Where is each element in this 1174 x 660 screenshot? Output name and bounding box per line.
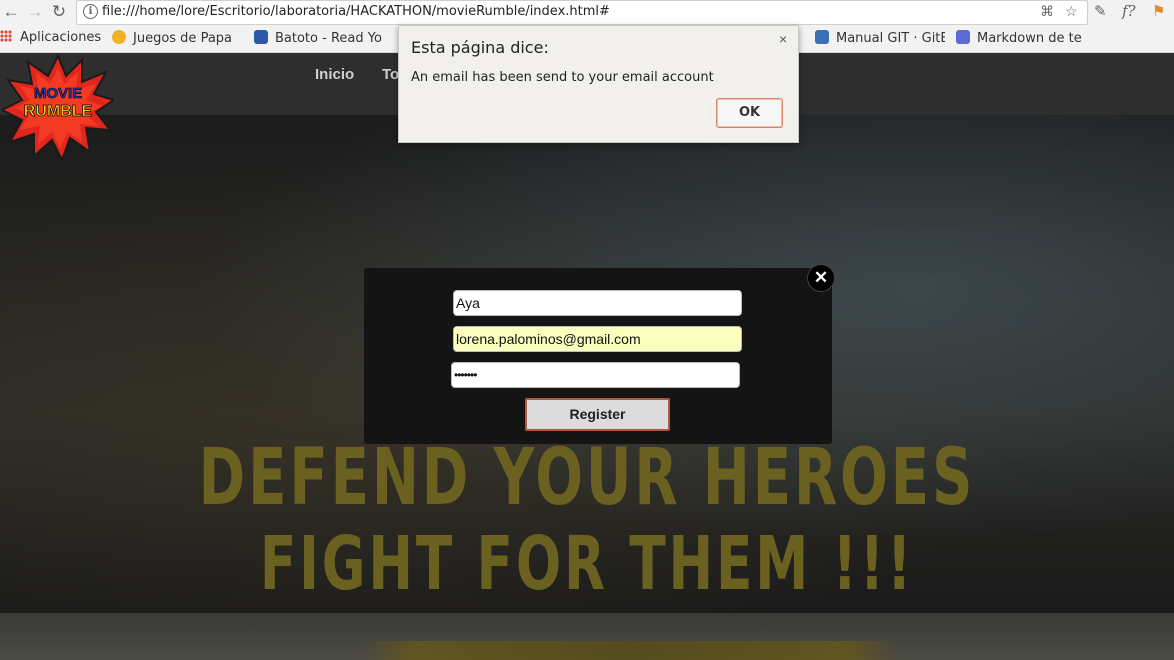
logo-text-movie: MOVIE [34,85,82,102]
hero-headline: DEFEND YOUR HEROES [198,433,976,523]
alert-title: Esta página dice: [411,38,549,57]
extension-tools-icon[interactable]: ✎ [1094,2,1107,20]
gitbook-icon [815,30,829,44]
modal-close-icon[interactable]: ✕ [807,264,835,292]
hero-subheadline: FIGHT FOR THEM !!! [259,521,915,607]
bookmark-page-icon [254,30,268,44]
chat-icon [956,30,970,44]
movie-rumble-logo[interactable]: MOVIE RUMBLE [2,54,114,162]
bookmark-juegos[interactable]: Juegos de Papa [112,30,242,46]
game-icon [112,30,126,44]
bookmark-markdown[interactable]: Markdown de te [956,30,1086,46]
apps-grid-icon [0,30,12,42]
logo-text-rumble: RUMBLE [24,103,93,120]
name-field[interactable]: Aya [453,290,742,316]
bookmark-manual-git[interactable]: Manual GIT · GitB [815,30,945,46]
alert-close-icon[interactable]: × [779,31,787,47]
formula-extension-icon[interactable]: f? [1122,2,1136,20]
bookmark-batoto[interactable]: Batoto - Read Yo [254,30,384,46]
url-text[interactable]: file:///home/lore/Escritorio/laboratoria… [102,4,610,19]
email-field[interactable]: lorena.palominos@gmail.com [453,326,742,352]
password-field[interactable]: ••••••• [451,362,740,388]
browser-alert-dialog: Esta página dice: × An email has been se… [398,25,799,143]
alert-ok-button[interactable]: OK [716,98,783,128]
reload-icon[interactable]: ↻ [48,1,70,23]
nav-inicio[interactable]: Inicio [315,66,354,83]
nav-todo[interactable]: To [382,66,399,83]
alert-message: An email has been send to your email acc… [411,70,714,85]
address-bar[interactable]: i file:///home/lore/Escritorio/laborator… [76,0,1088,25]
bookmark-apps[interactable]: Aplicaciones [0,30,104,45]
translate-icon[interactable]: ⌘ [1040,3,1054,20]
register-button[interactable]: Register [525,398,670,431]
browser-toolbar: ← → ↻ i file:///home/lore/Escritorio/lab… [0,0,1174,26]
info-icon[interactable]: i [83,4,98,19]
footer-decoration [360,641,900,660]
back-arrow-icon[interactable]: ← [0,1,22,23]
forward-arrow-icon[interactable]: → [24,1,46,23]
star-icon[interactable]: ☆ [1065,3,1078,20]
extension-icon[interactable]: ⚑ [1152,2,1165,20]
